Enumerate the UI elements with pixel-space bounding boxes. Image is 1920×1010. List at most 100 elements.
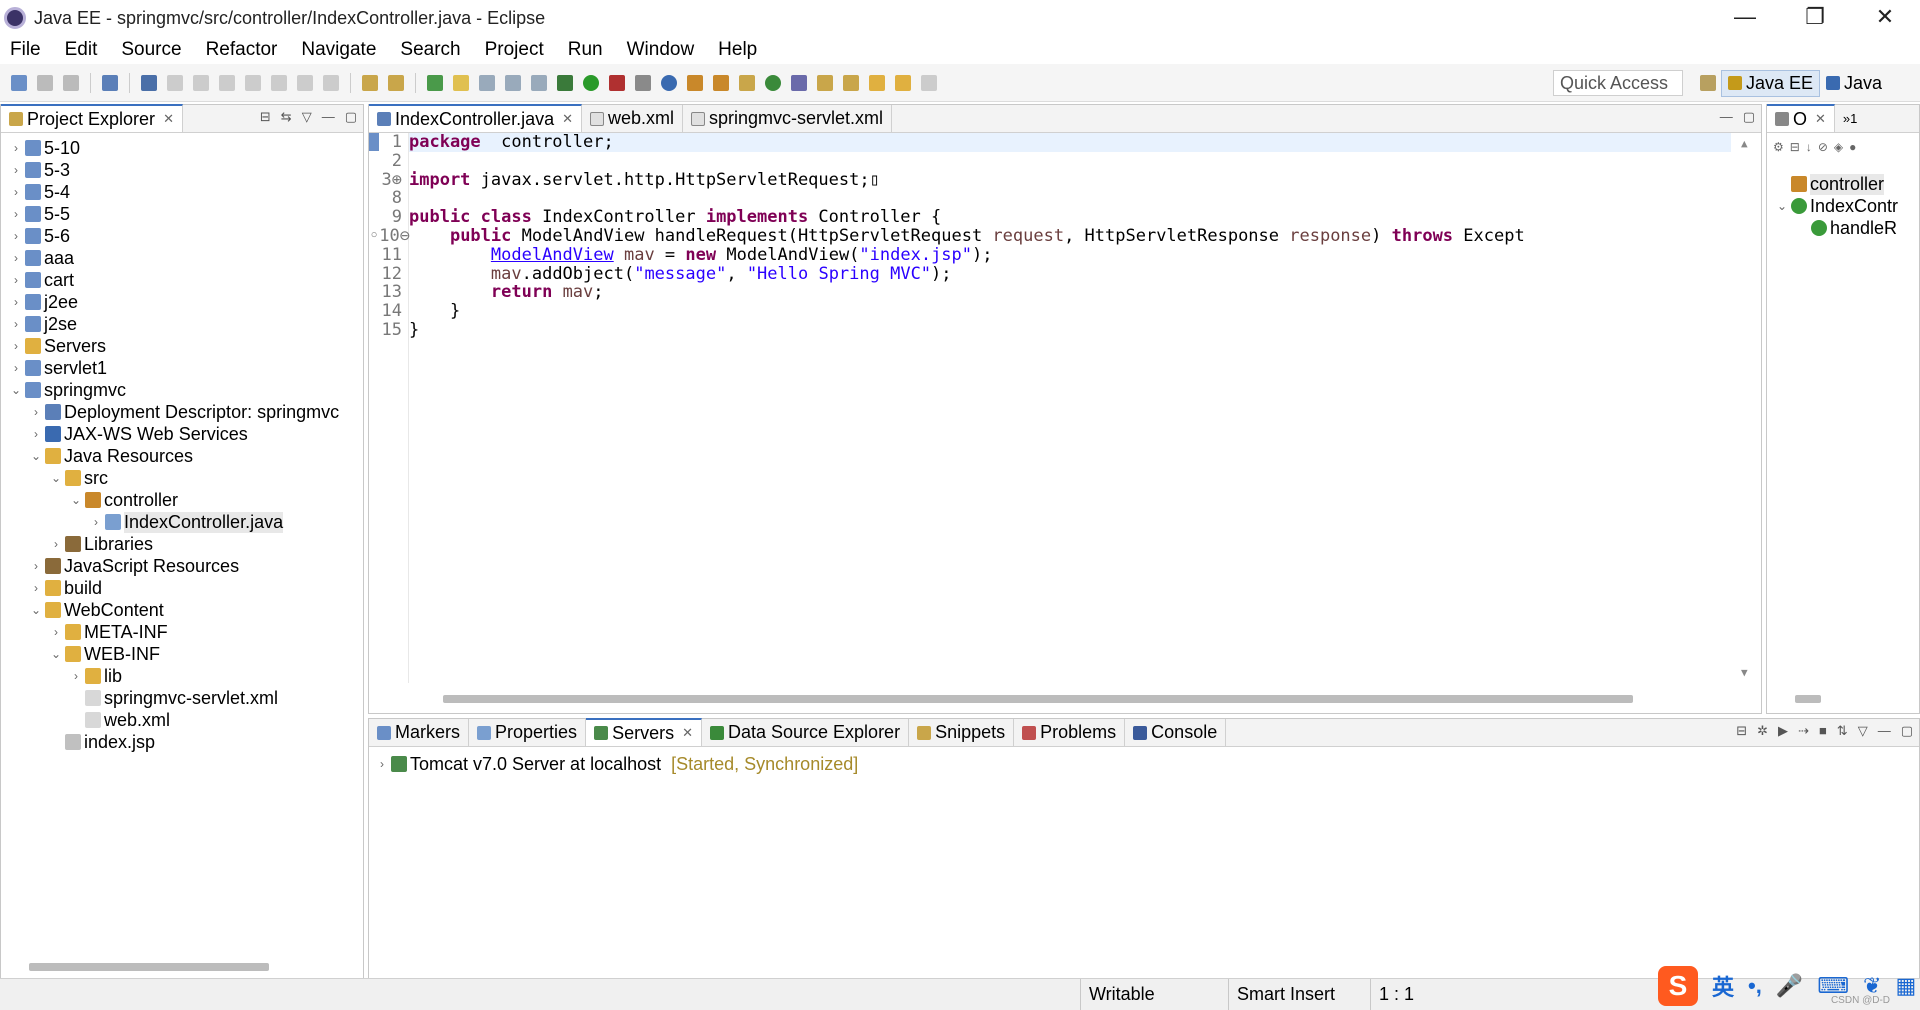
external-tools-icon[interactable] <box>635 74 651 91</box>
minimize-view-icon[interactable]: — <box>322 109 335 125</box>
perspective-java-ee[interactable]: Java EE <box>1721 69 1821 97</box>
chevron-down-icon[interactable]: ⌄ <box>49 471 63 485</box>
chevron-right-icon[interactable]: › <box>375 757 389 771</box>
tree-item[interactable]: › 5-3 <box>1 159 363 181</box>
tree-item[interactable]: web.xml <box>1 709 363 731</box>
tree-item[interactable]: › META-INF <box>1 621 363 643</box>
disconnect-icon[interactable] <box>245 74 261 91</box>
chevron-right-icon[interactable]: › <box>29 405 43 419</box>
back-icon[interactable] <box>869 74 885 91</box>
tab-servers[interactable]: Servers ✕ <box>586 718 702 746</box>
pilcrow-icon[interactable] <box>531 74 547 91</box>
horizontal-scrollbar[interactable] <box>29 963 269 971</box>
close-button[interactable]: ✕ <box>1850 0 1920 36</box>
forward-icon[interactable] <box>921 74 937 91</box>
filter-icon[interactable]: ⚙ <box>1773 140 1784 154</box>
chevron-right-icon[interactable]: › <box>69 669 83 683</box>
tab-console[interactable]: Console <box>1125 719 1227 746</box>
view-menu-icon[interactable]: ▽ <box>1858 723 1868 739</box>
tree-item[interactable]: › Servers <box>1 335 363 357</box>
ime-punctuation-toggle[interactable]: •, <box>1748 973 1762 999</box>
tree-item[interactable]: ⌄ IndexContr <box>1767 195 1919 217</box>
tab-web-xml[interactable]: web.xml <box>582 105 684 132</box>
chevron-down-icon[interactable]: ⌄ <box>29 603 43 617</box>
tree-item[interactable]: › aaa <box>1 247 363 269</box>
tree-item[interactable]: › j2se <box>1 313 363 335</box>
tree-item[interactable]: handleR <box>1767 217 1919 239</box>
perspective-java[interactable]: Java <box>1820 71 1888 96</box>
sort-icon[interactable]: ↓ <box>1806 140 1812 154</box>
forward-back-icon[interactable] <box>895 74 911 91</box>
tree-item[interactable]: › j2ee <box>1 291 363 313</box>
new-icon[interactable] <box>11 74 27 91</box>
code-line[interactable]: import javax.servlet.http.HttpServletReq… <box>409 170 1731 190</box>
step-into-icon[interactable] <box>271 74 287 91</box>
chevron-right-icon[interactable]: › <box>9 185 23 199</box>
scroll-up-icon[interactable]: ▲ <box>1741 137 1748 150</box>
chevron-down-icon[interactable]: ⌄ <box>69 493 83 507</box>
skip-breakpoints-icon[interactable] <box>141 74 157 91</box>
chevron-right-icon[interactable]: › <box>9 361 23 375</box>
new-package-icon[interactable] <box>427 74 443 91</box>
code-line[interactable]: package controller; <box>409 133 1731 152</box>
hide-static-icon[interactable]: ◈ <box>1834 140 1843 154</box>
tab-outline[interactable]: O ✕ <box>1767 104 1835 132</box>
link-editor-icon[interactable]: ⇆ <box>281 109 292 125</box>
tree-item[interactable]: ⌄ src <box>1 467 363 489</box>
code-editor[interactable]: 1 2 3⊕ 8 9 ◦10⊖ 11 12 13 14 15 package controller;… <box>369 133 1761 683</box>
tree-item[interactable]: controller <box>1767 173 1919 195</box>
tree-item[interactable]: › 5-5 <box>1 203 363 225</box>
chevron-down-icon[interactable]: ⌄ <box>49 647 63 661</box>
open-task-icon[interactable] <box>713 74 729 91</box>
profile-server-icon[interactable]: ⇢ <box>1798 723 1809 739</box>
highlight-icon[interactable] <box>453 74 469 91</box>
collapse-all-icon[interactable]: ⊟ <box>1736 723 1747 739</box>
chevron-right-icon[interactable]: › <box>9 317 23 331</box>
chevron-right-icon[interactable]: › <box>49 537 63 551</box>
tree-item[interactable]: ⌄ controller <box>1 489 363 511</box>
new-server-icon[interactable] <box>661 74 677 91</box>
show-whitespace-icon[interactable] <box>505 74 521 91</box>
horizontal-scrollbar[interactable] <box>443 695 1633 703</box>
tree-item[interactable]: › IndexController.java <box>1 511 363 533</box>
code-line[interactable]: public class IndexController implements … <box>409 208 1731 227</box>
chevron-right-icon[interactable]: › <box>29 559 43 573</box>
close-icon[interactable]: ✕ <box>562 111 573 127</box>
vertical-scrollbar[interactable]: ▲ ▼ <box>1733 133 1761 683</box>
menu-navigate[interactable]: Navigate <box>301 39 376 61</box>
horizontal-scrollbar[interactable] <box>1795 695 1821 703</box>
tab-project-explorer[interactable]: Project Explorer ✕ <box>1 104 183 132</box>
coverage-icon[interactable] <box>609 74 625 91</box>
open-folder-icon[interactable] <box>687 74 703 91</box>
menu-source[interactable]: Source <box>121 39 181 61</box>
save-all-icon[interactable] <box>63 74 79 91</box>
microphone-icon[interactable]: 🎤 <box>1776 973 1803 999</box>
open-perspective-icon[interactable] <box>1700 75 1716 91</box>
tree-item[interactable]: › cart <box>1 269 363 291</box>
chevron-down-icon[interactable]: ⌄ <box>29 449 43 463</box>
minimize-button[interactable]: — <box>1710 0 1780 36</box>
close-icon[interactable]: ✕ <box>1815 111 1826 127</box>
tab-markers[interactable]: Markers <box>369 719 470 746</box>
chevron-right-icon[interactable]: › <box>49 625 63 639</box>
close-icon[interactable]: ✕ <box>163 111 174 127</box>
chevron-right-icon[interactable]: › <box>9 295 23 309</box>
maximize-button[interactable]: ❐ <box>1780 0 1850 36</box>
tree-item[interactable]: › 5-10 <box>1 137 363 159</box>
menu-window[interactable]: Window <box>627 39 695 61</box>
tree-item[interactable]: › 5-4 <box>1 181 363 203</box>
chevron-right-icon[interactable]: › <box>9 163 23 177</box>
chevron-right-icon[interactable]: › <box>9 251 23 265</box>
tab-data-source-explorer[interactable]: Data Source Explorer <box>702 719 910 746</box>
chevron-right-icon[interactable]: › <box>9 141 23 155</box>
toolbox-icon[interactable]: ▦ <box>1895 973 1916 999</box>
tab-properties[interactable]: Properties <box>469 719 587 746</box>
maximize-view-icon[interactable]: ▢ <box>345 109 357 125</box>
close-icon[interactable]: ✕ <box>682 725 693 741</box>
tab-snippets[interactable]: Snippets <box>909 719 1015 746</box>
code-line[interactable] <box>409 152 1731 171</box>
tree-item[interactable]: › servlet1 <box>1 357 363 379</box>
menu-project[interactable]: Project <box>485 39 544 61</box>
publish-icon[interactable]: ⇅ <box>1837 723 1848 739</box>
chevron-right-icon[interactable]: › <box>9 273 23 287</box>
